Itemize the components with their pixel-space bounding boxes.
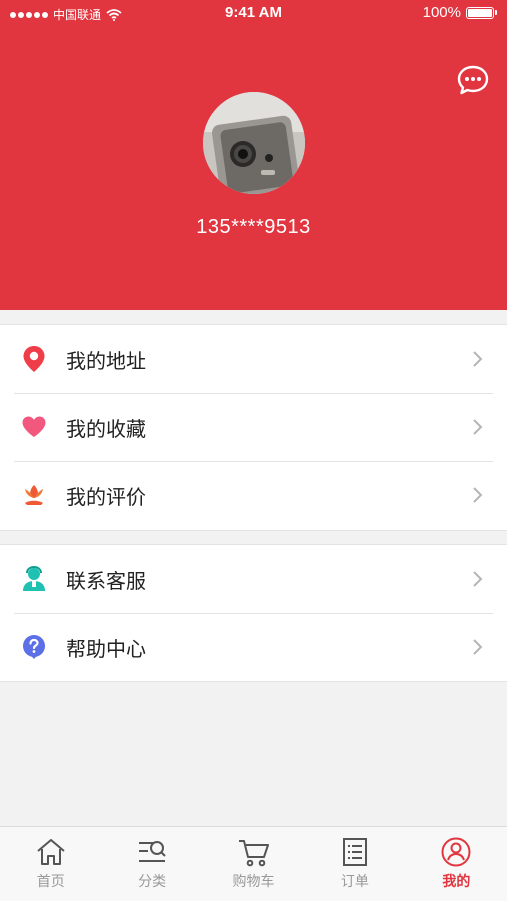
menu-item-customer-service[interactable]: 联系客服 [0,545,507,613]
tab-orders[interactable]: 订单 [304,827,405,901]
tab-label: 我的 [442,874,471,890]
menu-group-personal: 我的地址 我的收藏 我的评价 [0,324,507,531]
tab-label: 首页 [36,874,65,890]
menu-item-label: 我的评价 [66,484,146,509]
battery-icon [466,6,494,19]
profile-header: 中国联通 9:41 AM 100% 135****9513 [0,0,507,310]
menu-item-label: 联系客服 [66,568,146,593]
tab-label: 分类 [138,874,167,890]
avatar[interactable] [203,92,305,194]
category-search-icon [139,841,166,862]
flower-icon [20,481,48,509]
tab-home[interactable]: 首页 [0,827,101,901]
menu-item-label: 我的收藏 [66,416,146,441]
bottom-tab-bar: 首页 分类 购物车 订单 我的 [0,826,507,901]
menu-item-address[interactable]: 我的地址 [0,325,507,393]
tab-mine[interactable]: 我的 [406,827,507,901]
tab-category[interactable]: 分类 [101,827,202,901]
menu-item-help-center[interactable]: 帮助中心 [0,613,507,681]
cart-icon [238,840,269,867]
chevron-right-icon [473,639,483,655]
tab-label: 购物车 [232,874,275,890]
chevron-right-icon [473,351,483,367]
message-icon[interactable] [455,62,491,98]
battery-percent: 100% [422,4,461,21]
chevron-right-icon [473,487,483,503]
chevron-right-icon [473,419,483,435]
location-pin-icon [20,345,48,373]
home-icon [37,839,65,865]
avatar-image [203,92,305,194]
tab-cart[interactable]: 购物车 [203,827,304,901]
tab-label: 订单 [340,874,369,890]
menu-item-reviews[interactable]: 我的评价 [0,461,507,529]
question-icon [20,633,48,661]
menu-group-support: 联系客服 帮助中心 [0,544,507,682]
profile-icon [441,837,471,867]
menu-item-favorites[interactable]: 我的收藏 [0,393,507,461]
battery-status: 100% [423,4,497,21]
heart-icon [20,413,48,441]
phone-number: 135****9513 [196,216,311,238]
customer-service-icon [20,565,48,593]
status-bar: 中国联通 9:41 AM 100% [0,0,507,28]
chevron-right-icon [473,571,483,587]
menu-item-label: 我的地址 [66,348,146,373]
orders-list-icon [342,838,367,866]
menu-item-label: 帮助中心 [66,636,146,661]
